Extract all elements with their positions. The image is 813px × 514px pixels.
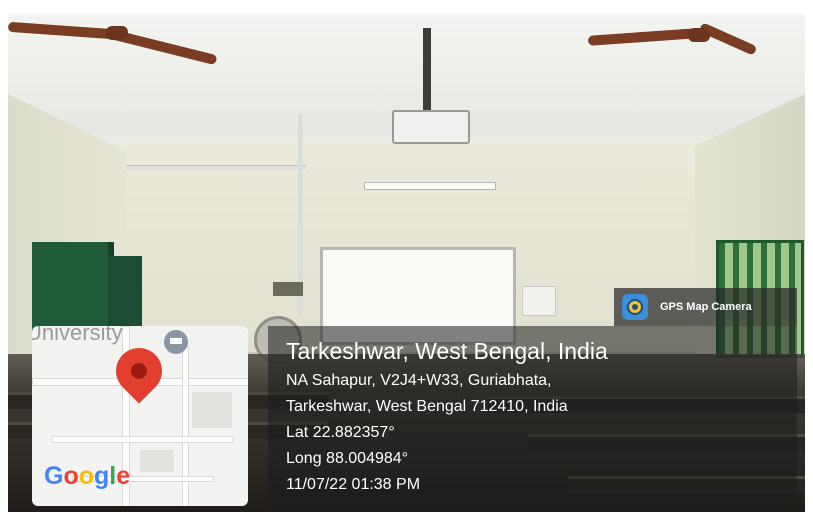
mini-map: University Google [32, 326, 248, 506]
tube-light [364, 182, 496, 190]
google-logo: Google [44, 462, 130, 491]
google-logo-letter: g [94, 462, 110, 490]
timestamp-text: 11/07/22 01:38 PM [286, 476, 421, 493]
address-line-1: NA Sahapur, V2J4+W33, Guriabhata, [286, 372, 552, 389]
map-building [140, 450, 174, 472]
latitude-text: Lat 22.882357° [286, 424, 395, 441]
google-logo-letter: o [78, 462, 95, 490]
projector-mount [423, 28, 431, 110]
map-road [182, 346, 189, 506]
location-title: Tarkeshwar, West Bengal, India [286, 338, 608, 364]
google-logo-letter: o [63, 462, 79, 490]
location-pin-icon [106, 338, 172, 404]
switchboard [273, 282, 303, 296]
university-icon [164, 330, 188, 354]
gps-map-camera-badge: GPS Map Camera [614, 288, 797, 326]
badge-label: GPS Map Camera [660, 301, 752, 313]
map-building [192, 392, 232, 428]
ceiling-fan-hub [688, 28, 710, 42]
address-line-2: Tarkeshwar, West Bengal 712410, India [286, 398, 568, 415]
map-road [52, 436, 234, 443]
wall-poster [522, 286, 556, 316]
google-logo-letter: e [116, 462, 131, 490]
ceiling-fan-hub [106, 26, 128, 40]
map-place-label: University [32, 326, 123, 345]
longitude-text: Long 88.004984° [286, 450, 409, 467]
google-logo-letter: G [44, 462, 64, 490]
projector [392, 110, 470, 144]
wall-pipe-horizontal [126, 165, 306, 170]
gps-map-camera-icon [622, 294, 648, 320]
